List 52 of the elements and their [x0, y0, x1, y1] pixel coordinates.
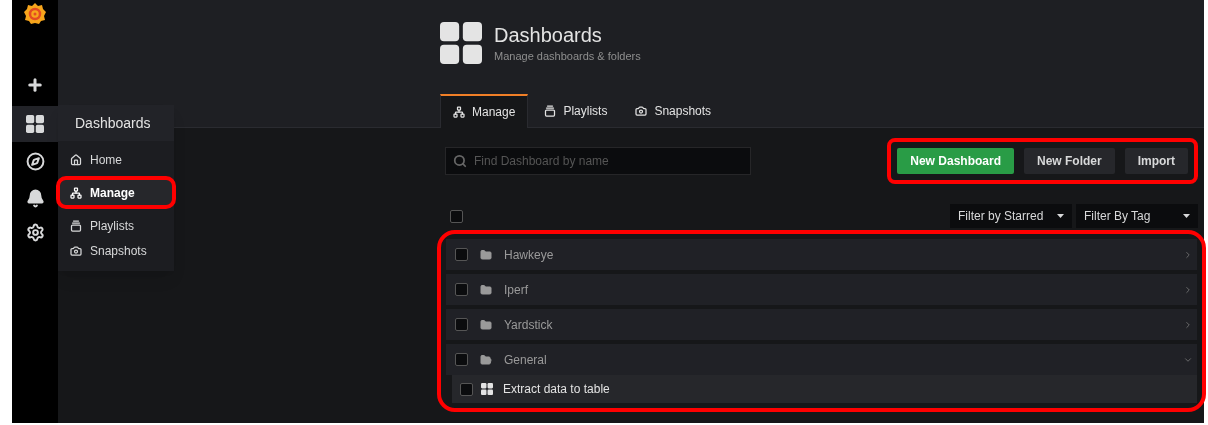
- filter-dropdown[interactable]: Filter by Starred: [950, 204, 1072, 228]
- chevron-icon: [1183, 249, 1193, 260]
- search-field[interactable]: Find Dashboard by name: [445, 147, 751, 175]
- folder-icon: [480, 318, 492, 331]
- checkbox[interactable]: [450, 209, 463, 223]
- chevron-icon: [1183, 284, 1193, 295]
- action-button[interactable]: New Dashboard: [897, 148, 1014, 174]
- dashboard-row[interactable]: Extract data to table: [452, 375, 1197, 403]
- caret-icon: [1057, 214, 1064, 218]
- camera-icon: [635, 105, 648, 117]
- menu-item[interactable]: Playlists: [60, 213, 172, 238]
- folder-icon: [480, 248, 492, 261]
- folder-row[interactable]: General: [446, 344, 1197, 375]
- folder-icon: [480, 283, 492, 296]
- action-button[interactable]: New Folder: [1023, 148, 1115, 174]
- compass-icon[interactable]: [25, 152, 45, 171]
- caret-icon: [1183, 214, 1190, 218]
- plus-icon[interactable]: [26, 76, 44, 94]
- logo-icon: [23, 2, 47, 26]
- sitemap-icon: [453, 106, 465, 118]
- filter-dropdown[interactable]: Filter By Tag: [1076, 204, 1198, 228]
- stacked-cards-icon: [70, 219, 82, 232]
- bell-icon[interactable]: [25, 189, 45, 208]
- dashboards-nav-item[interactable]: [12, 106, 58, 142]
- menu-item[interactable]: Snapshots: [60, 238, 172, 263]
- checkbox[interactable]: [455, 318, 468, 331]
- action-button[interactable]: Import: [1124, 148, 1188, 174]
- chevron-icon: [1183, 319, 1193, 330]
- flyout-title: Dashboards: [58, 105, 174, 141]
- menu-item[interactable]: Home: [60, 147, 172, 172]
- checkbox[interactable]: [455, 248, 468, 261]
- folder-row[interactable]: Yardstick: [446, 309, 1197, 340]
- folder-row[interactable]: Iperf: [446, 274, 1197, 305]
- tab[interactable]: Snapshots: [623, 94, 724, 128]
- tab[interactable]: Playlists: [532, 94, 620, 128]
- checkbox[interactable]: [455, 353, 468, 366]
- search-icon: [453, 154, 467, 168]
- tab[interactable]: Manage: [440, 94, 529, 128]
- grid-icon: [481, 383, 493, 395]
- folder-row[interactable]: Hawkeye: [446, 239, 1197, 270]
- checkbox[interactable]: [460, 382, 473, 396]
- open-folder-icon: [480, 353, 492, 366]
- stacked-cards-icon: [544, 105, 557, 117]
- dashboards-icon: [440, 22, 482, 65]
- home-icon: [70, 153, 82, 166]
- page-title: Dashboards: [494, 23, 603, 48]
- grid-icon: [26, 115, 44, 133]
- gear-icon[interactable]: [25, 223, 45, 242]
- checkbox[interactable]: [455, 283, 468, 296]
- sitemap-icon: [70, 186, 82, 199]
- camera-icon: [70, 244, 82, 257]
- page-subtitle: Manage dashboards & folders: [494, 49, 641, 64]
